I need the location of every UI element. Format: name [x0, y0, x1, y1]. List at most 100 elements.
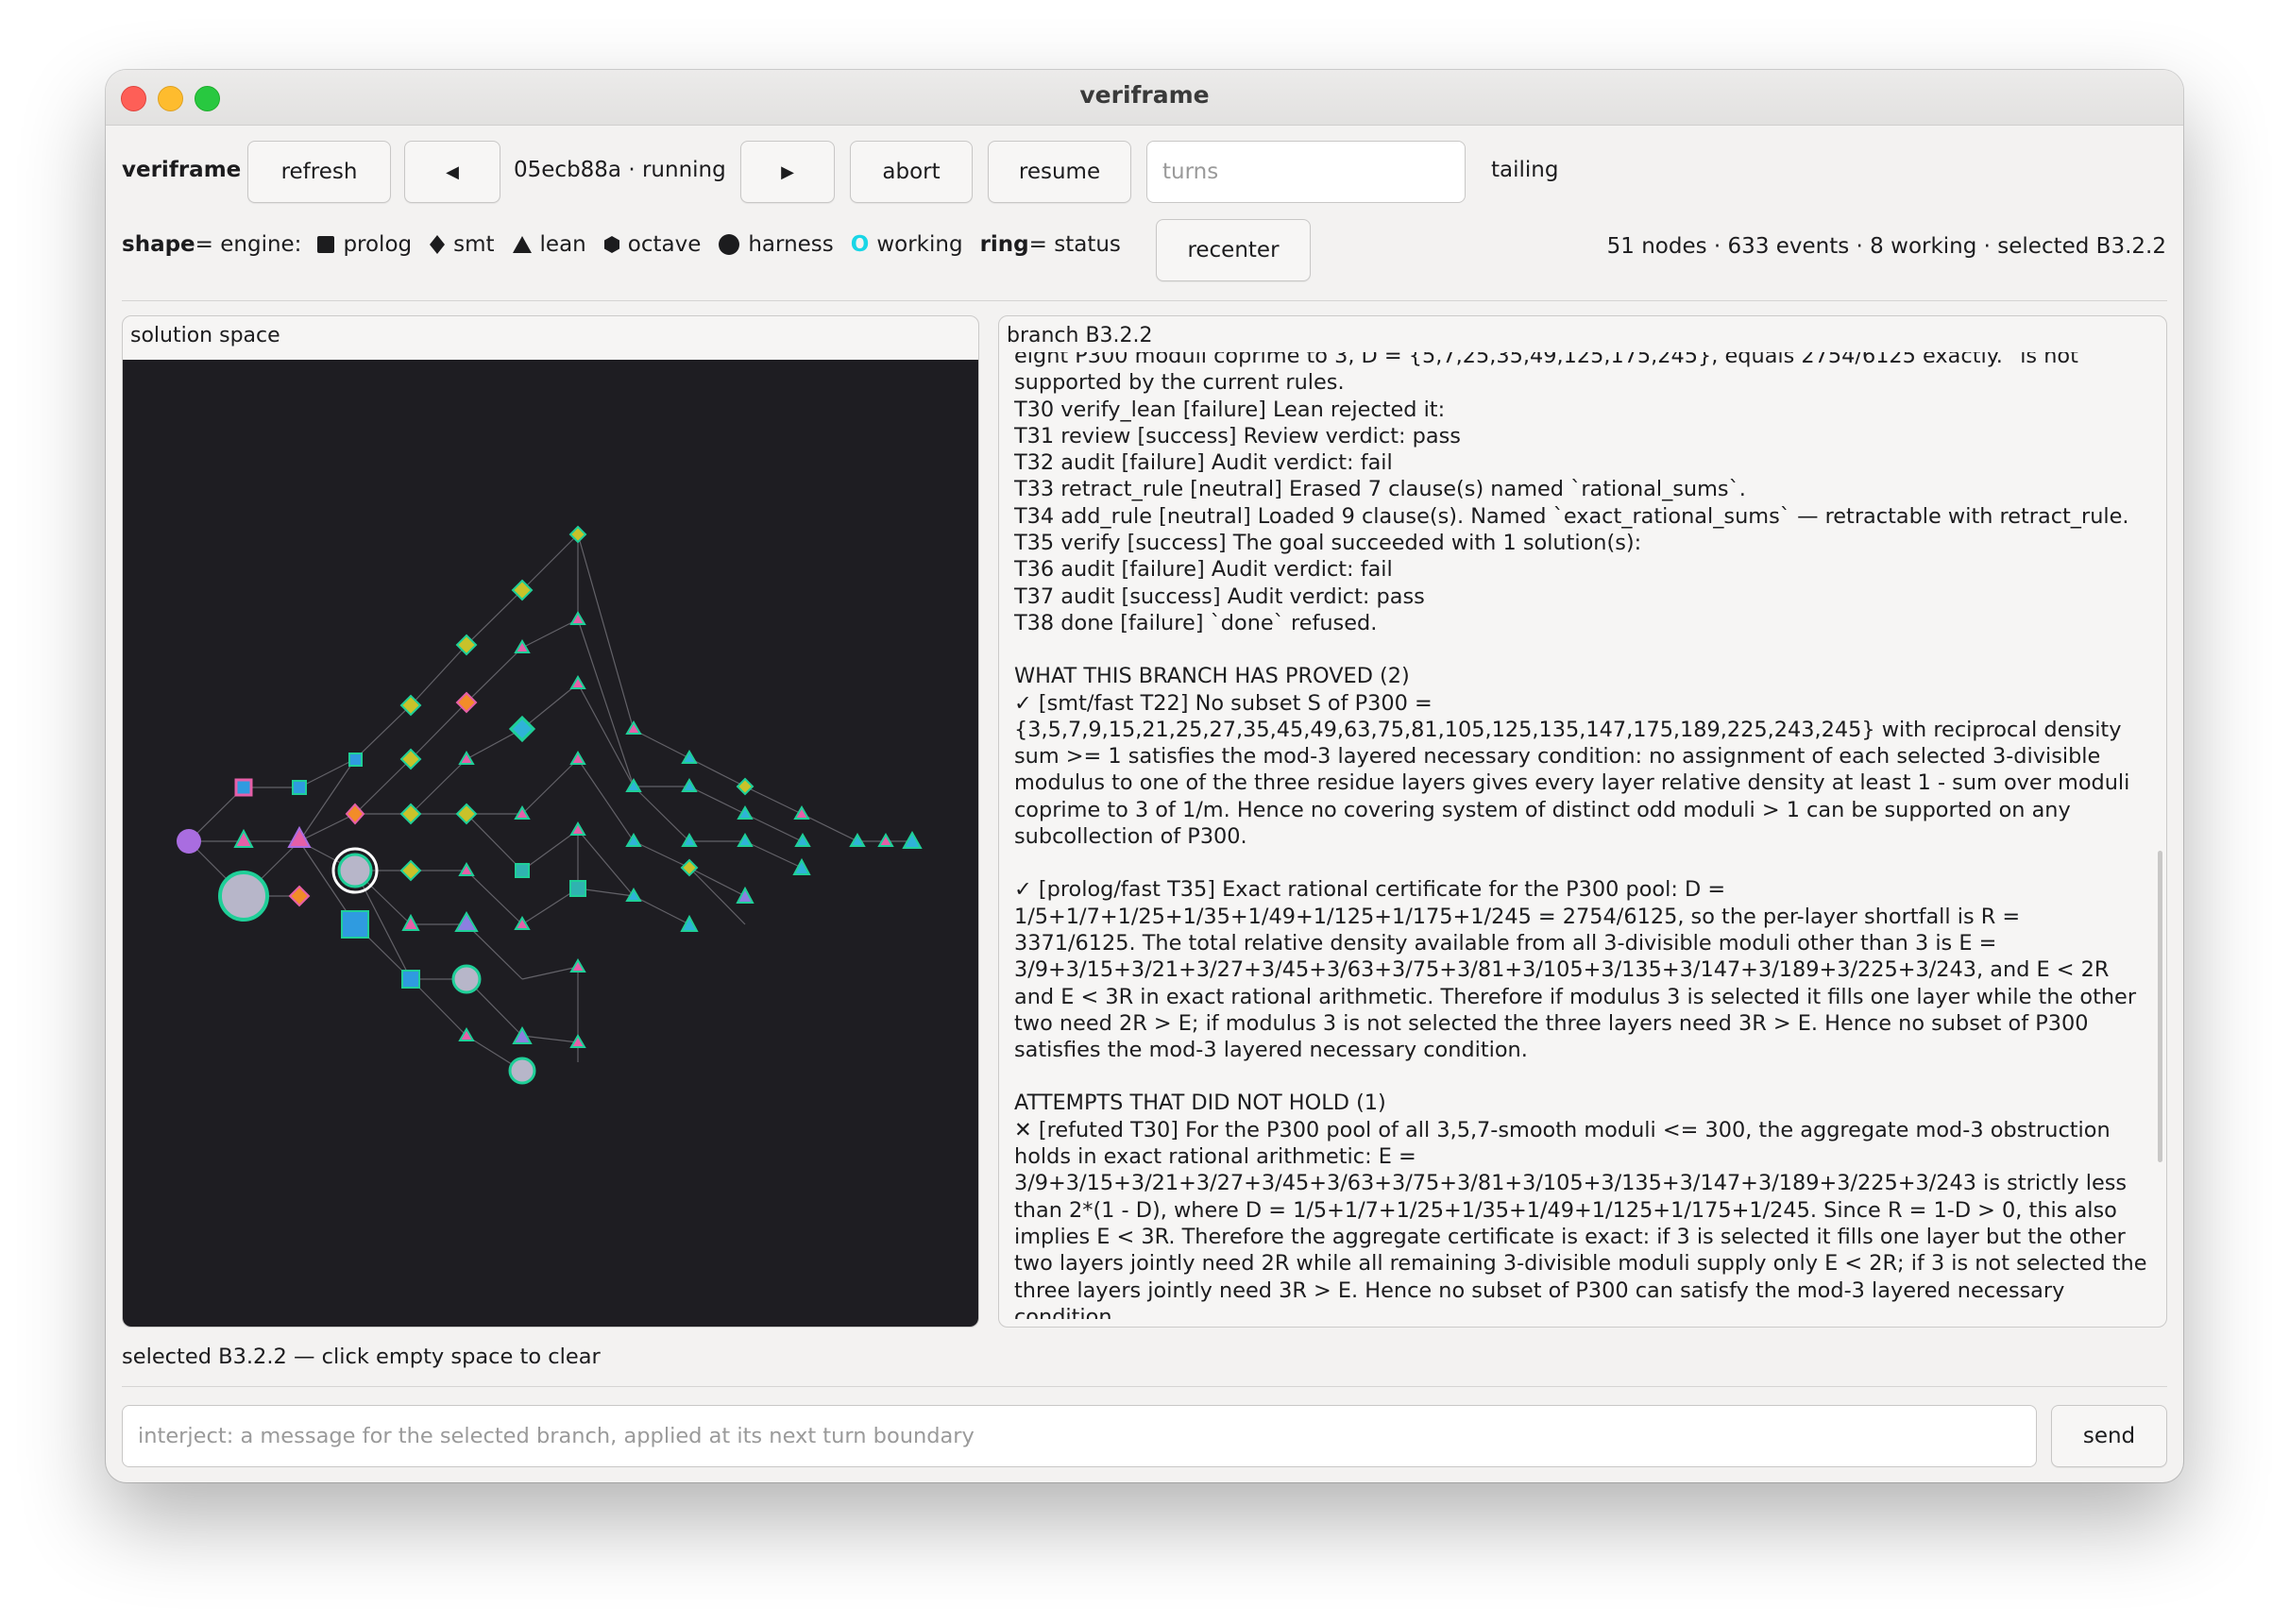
- graph-node[interactable]: [458, 751, 475, 765]
- graph-node[interactable]: [680, 914, 699, 932]
- footer-divider: [122, 1386, 2167, 1387]
- toolbar-divider: [122, 300, 2167, 301]
- play-right-icon: ▶: [781, 161, 794, 182]
- window-title: veriframe: [1079, 81, 1210, 109]
- log-line: T33 retract_rule [neutral] Erased 7 clau…: [1014, 477, 1746, 502]
- graph-node[interactable]: [625, 833, 642, 847]
- engine-legend: shape = engine: prolog smt lean octave h…: [122, 232, 1121, 257]
- branch-log[interactable]: eight P300 moduli coprime to 3, D = {5,7…: [1014, 352, 2147, 1319]
- graph-node[interactable]: [569, 611, 586, 625]
- legend-label: working: [876, 232, 963, 257]
- legend-label: prolog: [343, 232, 413, 257]
- legend-label: lean: [539, 232, 586, 257]
- detail-scrollbar[interactable]: [2158, 851, 2162, 1162]
- graph-node[interactable]: [292, 780, 307, 795]
- graph-node[interactable]: [401, 913, 420, 931]
- graph-node[interactable]: [902, 830, 923, 849]
- diamond-icon: [430, 235, 446, 254]
- legend-label: harness: [748, 232, 834, 257]
- graph-node[interactable]: [569, 958, 586, 973]
- graph-node[interactable]: [514, 639, 531, 653]
- square-icon: [317, 236, 335, 253]
- graph-edges: [188, 533, 912, 1072]
- graph-nodes[interactable]: [177, 525, 923, 1085]
- graph-node[interactable]: [515, 863, 530, 878]
- graph-svg[interactable]: [123, 360, 979, 1327]
- send-button[interactable]: send: [2051, 1405, 2167, 1467]
- turns-input[interactable]: turns: [1146, 141, 1466, 203]
- solution-space-panel: solution space: [122, 315, 979, 1328]
- graph-node[interactable]: [569, 751, 586, 765]
- abort-button[interactable]: abort: [850, 141, 973, 203]
- detail-panel-title: branch B3.2.2: [1007, 324, 1153, 347]
- graph-node[interactable]: [458, 862, 475, 876]
- graph-node[interactable]: [218, 871, 269, 922]
- graph-node[interactable]: [454, 911, 479, 932]
- log-line: eight P300 moduli coprime to 3, D = {5,7…: [1014, 352, 2085, 396]
- log-line: T34 add_rule [neutral] Loaded 9 clause(s…: [1014, 503, 2129, 529]
- graph-node[interactable]: [341, 910, 369, 939]
- refresh-button[interactable]: refresh: [247, 141, 391, 203]
- graph-node[interactable]: [401, 970, 420, 989]
- legend-prolog: prolog: [316, 232, 412, 257]
- title-bar: veriframe: [106, 70, 2183, 126]
- legend-lean: lean: [512, 232, 586, 257]
- graph-node[interactable]: [234, 778, 253, 797]
- graph-node[interactable]: [736, 777, 755, 796]
- graph-node[interactable]: [849, 833, 866, 847]
- play-left-icon: ◀: [446, 161, 459, 182]
- graph-node[interactable]: [625, 720, 642, 735]
- graph-node[interactable]: [177, 829, 201, 854]
- attempts-heading: ATTEMPTS THAT DID NOT HOLD (1): [1014, 1091, 1386, 1116]
- graph-node[interactable]: [233, 828, 254, 848]
- interject-input[interactable]: interject: a message for the selected br…: [122, 1405, 2037, 1467]
- graph-node[interactable]: [399, 859, 422, 882]
- legend-label: smt: [453, 232, 495, 257]
- graph-node[interactable]: [569, 880, 586, 897]
- recenter-button[interactable]: recenter: [1156, 219, 1311, 281]
- proved-heading: WHAT THIS BRANCH HAS PROVED (2): [1014, 664, 1410, 689]
- graph-node[interactable]: [508, 715, 536, 743]
- graph-node[interactable]: [569, 821, 586, 836]
- log-line: T32 audit [failure] Audit verdict: fail: [1014, 450, 1393, 476]
- graph-node[interactable]: [337, 853, 373, 888]
- log-line: T37 audit [success] Audit verdict: pass: [1014, 584, 1425, 609]
- graph-node[interactable]: [681, 778, 698, 792]
- log-line: T30 verify_lean [failure] Lean rejected …: [1014, 397, 1446, 422]
- graph-panel-title: solution space: [130, 324, 280, 347]
- triangle-icon: [512, 236, 532, 253]
- proved-item: ✓ [smt/fast T22] No subset S of P300 = {…: [1014, 690, 2130, 850]
- graph-node[interactable]: [737, 833, 754, 847]
- proved-item: ✓ [prolog/fast T35] Exact rational certi…: [1014, 877, 2137, 1063]
- app-label: veriframe: [122, 158, 242, 182]
- legend-label: octave: [627, 232, 702, 257]
- log-line: T35 verify [success] The goal succeeded …: [1014, 531, 1642, 556]
- circle-icon: [719, 234, 740, 255]
- run-status: 05ecb88a · running: [514, 158, 726, 182]
- graph-node[interactable]: [569, 675, 586, 689]
- graph-node[interactable]: [451, 964, 482, 994]
- graph-node[interactable]: [736, 886, 755, 904]
- app-window: veriframe veriframe refresh ◀ 05ecb88a ·…: [106, 70, 2183, 1482]
- resume-button[interactable]: resume: [988, 141, 1131, 203]
- attempt-item: ✕ [refuted T30] For the P300 pool of all…: [1014, 1117, 2147, 1319]
- graph-node[interactable]: [794, 833, 811, 847]
- graph-node[interactable]: [681, 750, 698, 764]
- shape-word: shape: [122, 232, 195, 257]
- graph-node[interactable]: [793, 805, 810, 820]
- graph-node[interactable]: [792, 857, 811, 875]
- next-run-button[interactable]: ▶: [740, 141, 835, 203]
- tailing-label: tailing: [1491, 158, 1559, 182]
- graph-node[interactable]: [625, 778, 642, 792]
- log-line: T38 done [failure] `done` refused.: [1014, 610, 1378, 635]
- legend-octave: octave: [603, 232, 702, 257]
- previous-run-button[interactable]: ◀: [404, 141, 500, 203]
- graph-node[interactable]: [877, 833, 894, 847]
- graph-node[interactable]: [737, 805, 754, 820]
- legend-harness: harness: [718, 232, 834, 257]
- graph-node[interactable]: [348, 753, 363, 767]
- solution-space-canvas[interactable]: [123, 360, 978, 1327]
- selection-status: selected B3.2.2 — click empty space to c…: [122, 1345, 601, 1369]
- graph-node[interactable]: [288, 885, 311, 907]
- graph-node[interactable]: [508, 1057, 536, 1085]
